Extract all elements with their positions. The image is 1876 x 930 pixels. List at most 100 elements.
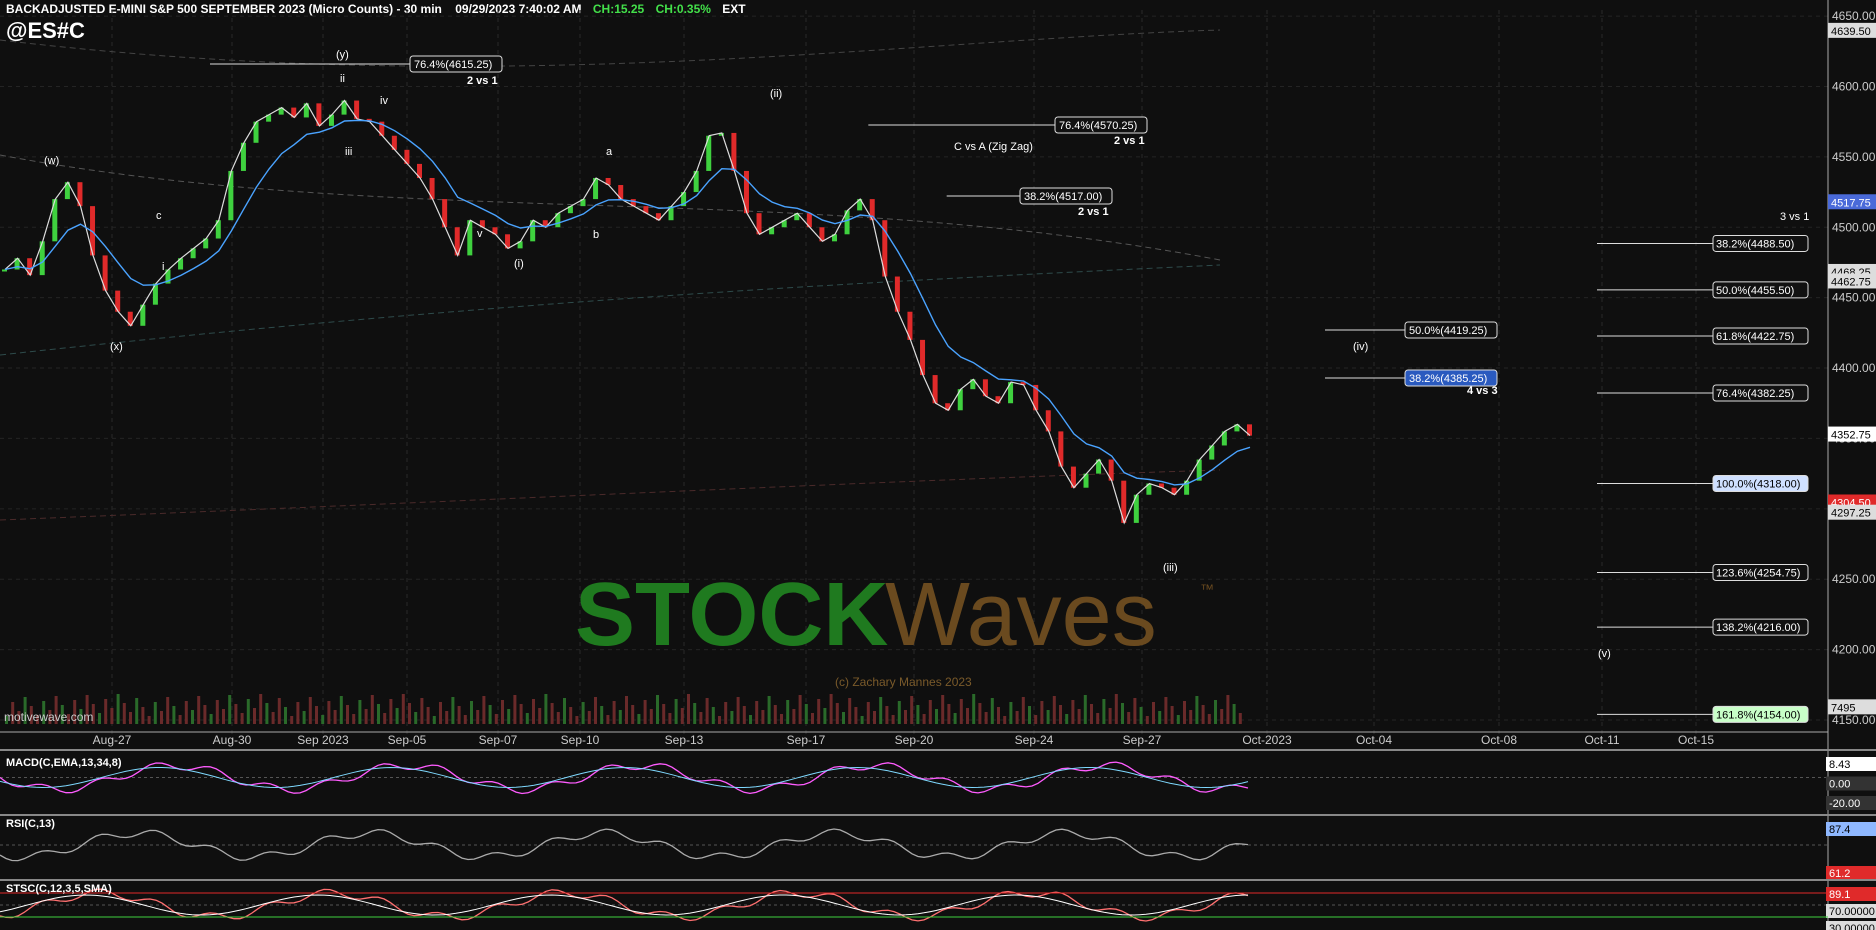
volume-bar: [687, 694, 690, 724]
volume-bar: [302, 711, 306, 724]
volume-bar: [1083, 695, 1087, 724]
channel-line: [0, 29, 1221, 67]
fib-projection-label: 76.4%(4382.25): [1716, 388, 1794, 400]
ema-line: [4, 119, 1251, 486]
volume-bar: [377, 704, 380, 724]
pane-tag-label: 8.43: [1829, 759, 1850, 771]
volume-bar: [606, 715, 610, 724]
volume-bar: [885, 706, 889, 724]
volume-bar: [1034, 715, 1038, 724]
volume-bar: [401, 694, 405, 724]
volume-bar: [1232, 704, 1236, 724]
volume-bar: [637, 714, 641, 724]
volume-bar: [556, 712, 560, 724]
volume-bar: [1052, 696, 1056, 724]
x-tick-label: Aug-27: [93, 733, 132, 747]
volume-bar: [408, 703, 411, 724]
volume-bar: [953, 713, 957, 724]
volume-bar: [755, 701, 759, 724]
volume-bar: [426, 707, 430, 724]
volume-bar: [1238, 713, 1242, 724]
watermark-tm: ™: [1200, 581, 1214, 597]
volume-bar: [110, 708, 114, 724]
x-tick-label: Sep-24: [1015, 733, 1054, 747]
price-tag-label: 4639.50: [1831, 26, 1871, 38]
volume-bar: [767, 696, 771, 724]
volume-bar: [860, 716, 864, 724]
volume-bar: [370, 695, 374, 724]
fib-projection-label: 123.6%(4254.75): [1716, 568, 1800, 580]
volume-bar: [990, 698, 994, 724]
fib-projection-label: 138.2%(4216.00): [1716, 622, 1800, 634]
volume-bar: [761, 710, 765, 724]
channel-line: [0, 154, 1221, 261]
volume-bar: [271, 712, 275, 724]
volume-bar: [544, 694, 548, 724]
pane-tag-label: 0.00: [1829, 779, 1850, 791]
y-tick-label: 4600.00: [1832, 79, 1876, 93]
volume-bar: [141, 707, 145, 724]
volume-bar: [513, 695, 517, 724]
volume-bar: [736, 697, 740, 724]
volume-bar: [501, 700, 504, 724]
y-tick-label: 4150.00: [1832, 713, 1876, 727]
fib-label: 38.2%(4385.25): [1409, 373, 1487, 385]
volume-bar: [656, 695, 659, 724]
volume-bar: [922, 714, 926, 724]
volume-bar: [476, 710, 480, 724]
volume-bar: [594, 697, 597, 724]
volume-bar: [1158, 711, 1162, 724]
volume-bar: [240, 713, 244, 724]
fib-note: 2 vs 1: [1078, 206, 1109, 218]
volume-bar: [829, 694, 833, 724]
volume-bar: [891, 715, 895, 724]
volume-bar: [879, 697, 883, 724]
fib-note: 4 vs 3: [1467, 385, 1498, 397]
volume-bar: [1201, 705, 1205, 724]
volume-bar: [854, 707, 858, 724]
volume-bar: [897, 701, 901, 724]
volume-bar: [290, 716, 294, 724]
volume-bar: [451, 697, 455, 724]
volume-bar: [618, 710, 622, 724]
y-tick-label: 4650.00: [1832, 9, 1876, 23]
volume-bar: [835, 703, 839, 724]
volume-bar: [798, 695, 802, 724]
volume-bar: [1108, 708, 1112, 724]
wave-label: i: [162, 261, 164, 273]
x-tick-label: Sep-20: [895, 733, 934, 747]
volume-bar: [1077, 709, 1081, 724]
volume-bar: [104, 699, 108, 724]
volume-bar: [420, 698, 424, 724]
volume-bar: [978, 703, 982, 724]
volume-bar: [730, 711, 734, 724]
volume-bar: [1121, 703, 1124, 724]
wave-label: (i): [514, 258, 524, 270]
volume-bar: [135, 698, 139, 724]
volume-bar: [984, 712, 988, 724]
pane-tag-label: 70.00000: [1829, 906, 1875, 918]
y-tick-label: 4200.00: [1832, 643, 1876, 657]
volume-bar: [172, 706, 176, 724]
volume-bar: [315, 706, 318, 724]
volume-bar: [631, 705, 635, 724]
volume-bar: [519, 704, 523, 724]
x-tick-label: Oct-2023: [1242, 733, 1292, 747]
volume-bar: [1176, 715, 1180, 724]
volume-bar: [842, 712, 845, 724]
volume-bar: [525, 713, 529, 724]
volume-bar: [432, 716, 436, 724]
volume-bar: [724, 702, 728, 724]
rsi-pane-label: RSI(C,13): [6, 818, 55, 830]
y-tick-label: 4250.00: [1832, 572, 1876, 586]
volume-bar: [1096, 713, 1100, 724]
fib-projection-label: 50.0%(4455.50): [1716, 285, 1794, 297]
volume-bar: [718, 716, 721, 724]
chart-canvas[interactable]: Aug-27 Aug-30 Sep 2023 Sep-05 Sep-07 Sep-10 Se…: [0, 0, 1876, 930]
volume-bar: [383, 713, 387, 724]
wave-label: v: [477, 228, 483, 240]
fib-note: 2 vs 1: [467, 75, 498, 87]
y-tick-label: 4450.00: [1832, 291, 1876, 305]
pane-tag-label: 89.1: [1829, 889, 1850, 901]
wave-label: b: [593, 229, 599, 241]
